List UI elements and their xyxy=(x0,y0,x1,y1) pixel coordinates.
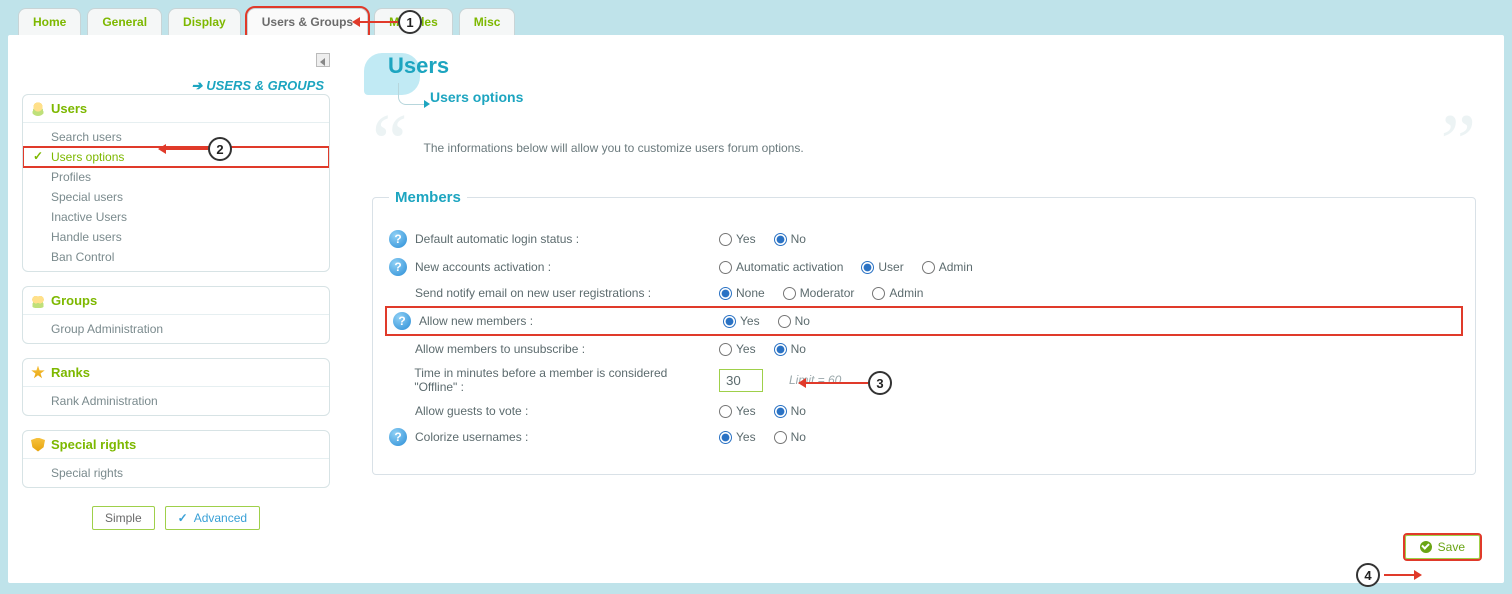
row-unsubscribe: Allow members to unsubscribe : Yes No xyxy=(389,342,1459,356)
row-offline-time: Time in minutes before a member is consi… xyxy=(389,366,1459,394)
panel-special-title: Special rights xyxy=(51,437,136,452)
panel-groups: Groups Group Administration xyxy=(22,286,330,344)
notify-none[interactable]: None xyxy=(719,286,765,300)
unsubscribe-label: Allow members to unsubscribe : xyxy=(415,342,585,356)
row-new-accounts: ? New accounts activation : Automatic act… xyxy=(389,258,1459,276)
tab-general[interactable]: General xyxy=(87,8,162,35)
sidebar: ➔USERS & GROUPS Users Search users Users… xyxy=(8,35,344,583)
row-notify: Send notify email on new user registrati… xyxy=(389,286,1459,300)
help-icon[interactable]: ? xyxy=(389,230,407,248)
ok-icon xyxy=(1420,541,1432,553)
auto-login-yes[interactable]: Yes xyxy=(719,232,756,246)
new-acct-auto[interactable]: Automatic activation xyxy=(719,260,843,274)
allow-new-yes[interactable]: Yes xyxy=(723,314,760,328)
sidebar-item-profiles[interactable]: Profiles xyxy=(23,167,329,187)
sidebar-item-users-options[interactable]: Users options xyxy=(23,147,329,167)
tab-misc[interactable]: Misc xyxy=(459,8,516,35)
subtitle-arrow-icon xyxy=(398,83,424,105)
new-acct-label: New accounts activation : xyxy=(415,260,551,274)
offline-minutes-input[interactable] xyxy=(719,369,763,392)
panel-ranks: Ranks Rank Administration xyxy=(22,358,330,416)
help-icon[interactable]: ? xyxy=(389,428,407,446)
colorize-label: Colorize usernames : xyxy=(415,430,528,444)
tab-home[interactable]: Home xyxy=(18,8,81,35)
auto-login-label: Default automatic login status : xyxy=(415,232,579,246)
panel-users-title: Users xyxy=(51,101,87,116)
allow-new-no[interactable]: No xyxy=(778,314,810,328)
page-title: Users xyxy=(372,53,1476,79)
top-tabs: Home General Display Users & Groups Modu… xyxy=(0,0,1512,35)
main-content: Users Users options “ The informations b… xyxy=(344,35,1504,583)
new-acct-user[interactable]: User xyxy=(861,260,903,274)
sidebar-item-special-rights[interactable]: Special rights xyxy=(23,463,329,483)
row-colorize: ? Colorize usernames : Yes No xyxy=(389,428,1459,446)
tab-modules[interactable]: Modules xyxy=(374,8,453,35)
unsubscribe-yes[interactable]: Yes xyxy=(719,342,756,356)
sidebar-item-group-admin[interactable]: Group Administration xyxy=(23,319,329,339)
new-acct-admin[interactable]: Admin xyxy=(922,260,973,274)
tab-users-groups[interactable]: Users & Groups xyxy=(247,8,368,35)
sidebar-item-ban-control[interactable]: Ban Control xyxy=(23,247,329,267)
offline-limit-text: Limit = 60 xyxy=(789,373,841,387)
auto-login-no[interactable]: No xyxy=(774,232,806,246)
colorize-no[interactable]: No xyxy=(774,430,806,444)
panel-ranks-title: Ranks xyxy=(51,365,90,380)
members-fieldset: Members ? Default automatic login status … xyxy=(372,189,1476,475)
notify-moderator[interactable]: Moderator xyxy=(783,286,855,300)
help-icon[interactable]: ? xyxy=(393,312,411,330)
save-button[interactable]: Save xyxy=(1405,535,1480,559)
intro-text: The informations below will allow you to… xyxy=(424,123,804,155)
row-allow-new: ? Allow new members : Yes No xyxy=(389,310,1459,332)
unsubscribe-no[interactable]: No xyxy=(774,342,806,356)
panel-special-rights: Special rights Special rights xyxy=(22,430,330,488)
colorize-yes[interactable]: Yes xyxy=(719,430,756,444)
notify-admin[interactable]: Admin xyxy=(872,286,923,300)
offline-label: Time in minutes before a member is consi… xyxy=(414,366,709,394)
mode-advanced-button[interactable]: ✓Advanced xyxy=(165,506,260,530)
guest-vote-no[interactable]: No xyxy=(774,404,806,418)
quote-left-icon: “ xyxy=(372,123,408,163)
collapse-icon[interactable] xyxy=(316,53,330,67)
group-icon xyxy=(31,294,45,308)
row-guest-vote: Allow guests to vote : Yes No xyxy=(389,404,1459,418)
breadcrumb: ➔USERS & GROUPS xyxy=(22,72,330,94)
guest-vote-yes[interactable]: Yes xyxy=(719,404,756,418)
row-auto-login: ? Default automatic login status : Yes No xyxy=(389,230,1459,248)
guest-vote-label: Allow guests to vote : xyxy=(415,404,528,418)
sidebar-item-special-users[interactable]: Special users xyxy=(23,187,329,207)
sidebar-item-search-users[interactable]: Search users xyxy=(23,127,329,147)
panel-groups-title: Groups xyxy=(51,293,97,308)
page-subtitle: Users options xyxy=(430,89,523,105)
panel-users: Users Search users Users options Profile… xyxy=(22,94,330,272)
members-legend: Members xyxy=(389,189,467,206)
rank-icon xyxy=(31,366,45,380)
allow-new-label: Allow new members : xyxy=(419,314,533,328)
mode-simple-button[interactable]: Simple xyxy=(92,506,155,530)
sidebar-item-rank-admin[interactable]: Rank Administration xyxy=(23,391,329,411)
help-icon[interactable]: ? xyxy=(389,258,407,276)
tab-display[interactable]: Display xyxy=(168,8,241,35)
user-icon xyxy=(31,102,45,116)
quote-right-icon: ” xyxy=(1440,123,1476,163)
sidebar-item-handle-users[interactable]: Handle users xyxy=(23,227,329,247)
callout-4: 4 xyxy=(1356,563,1380,587)
notify-label: Send notify email on new user registrati… xyxy=(415,286,651,300)
check-icon: ✓ xyxy=(178,511,188,525)
sidebar-item-inactive-users[interactable]: Inactive Users xyxy=(23,207,329,227)
shield-icon xyxy=(31,438,45,452)
